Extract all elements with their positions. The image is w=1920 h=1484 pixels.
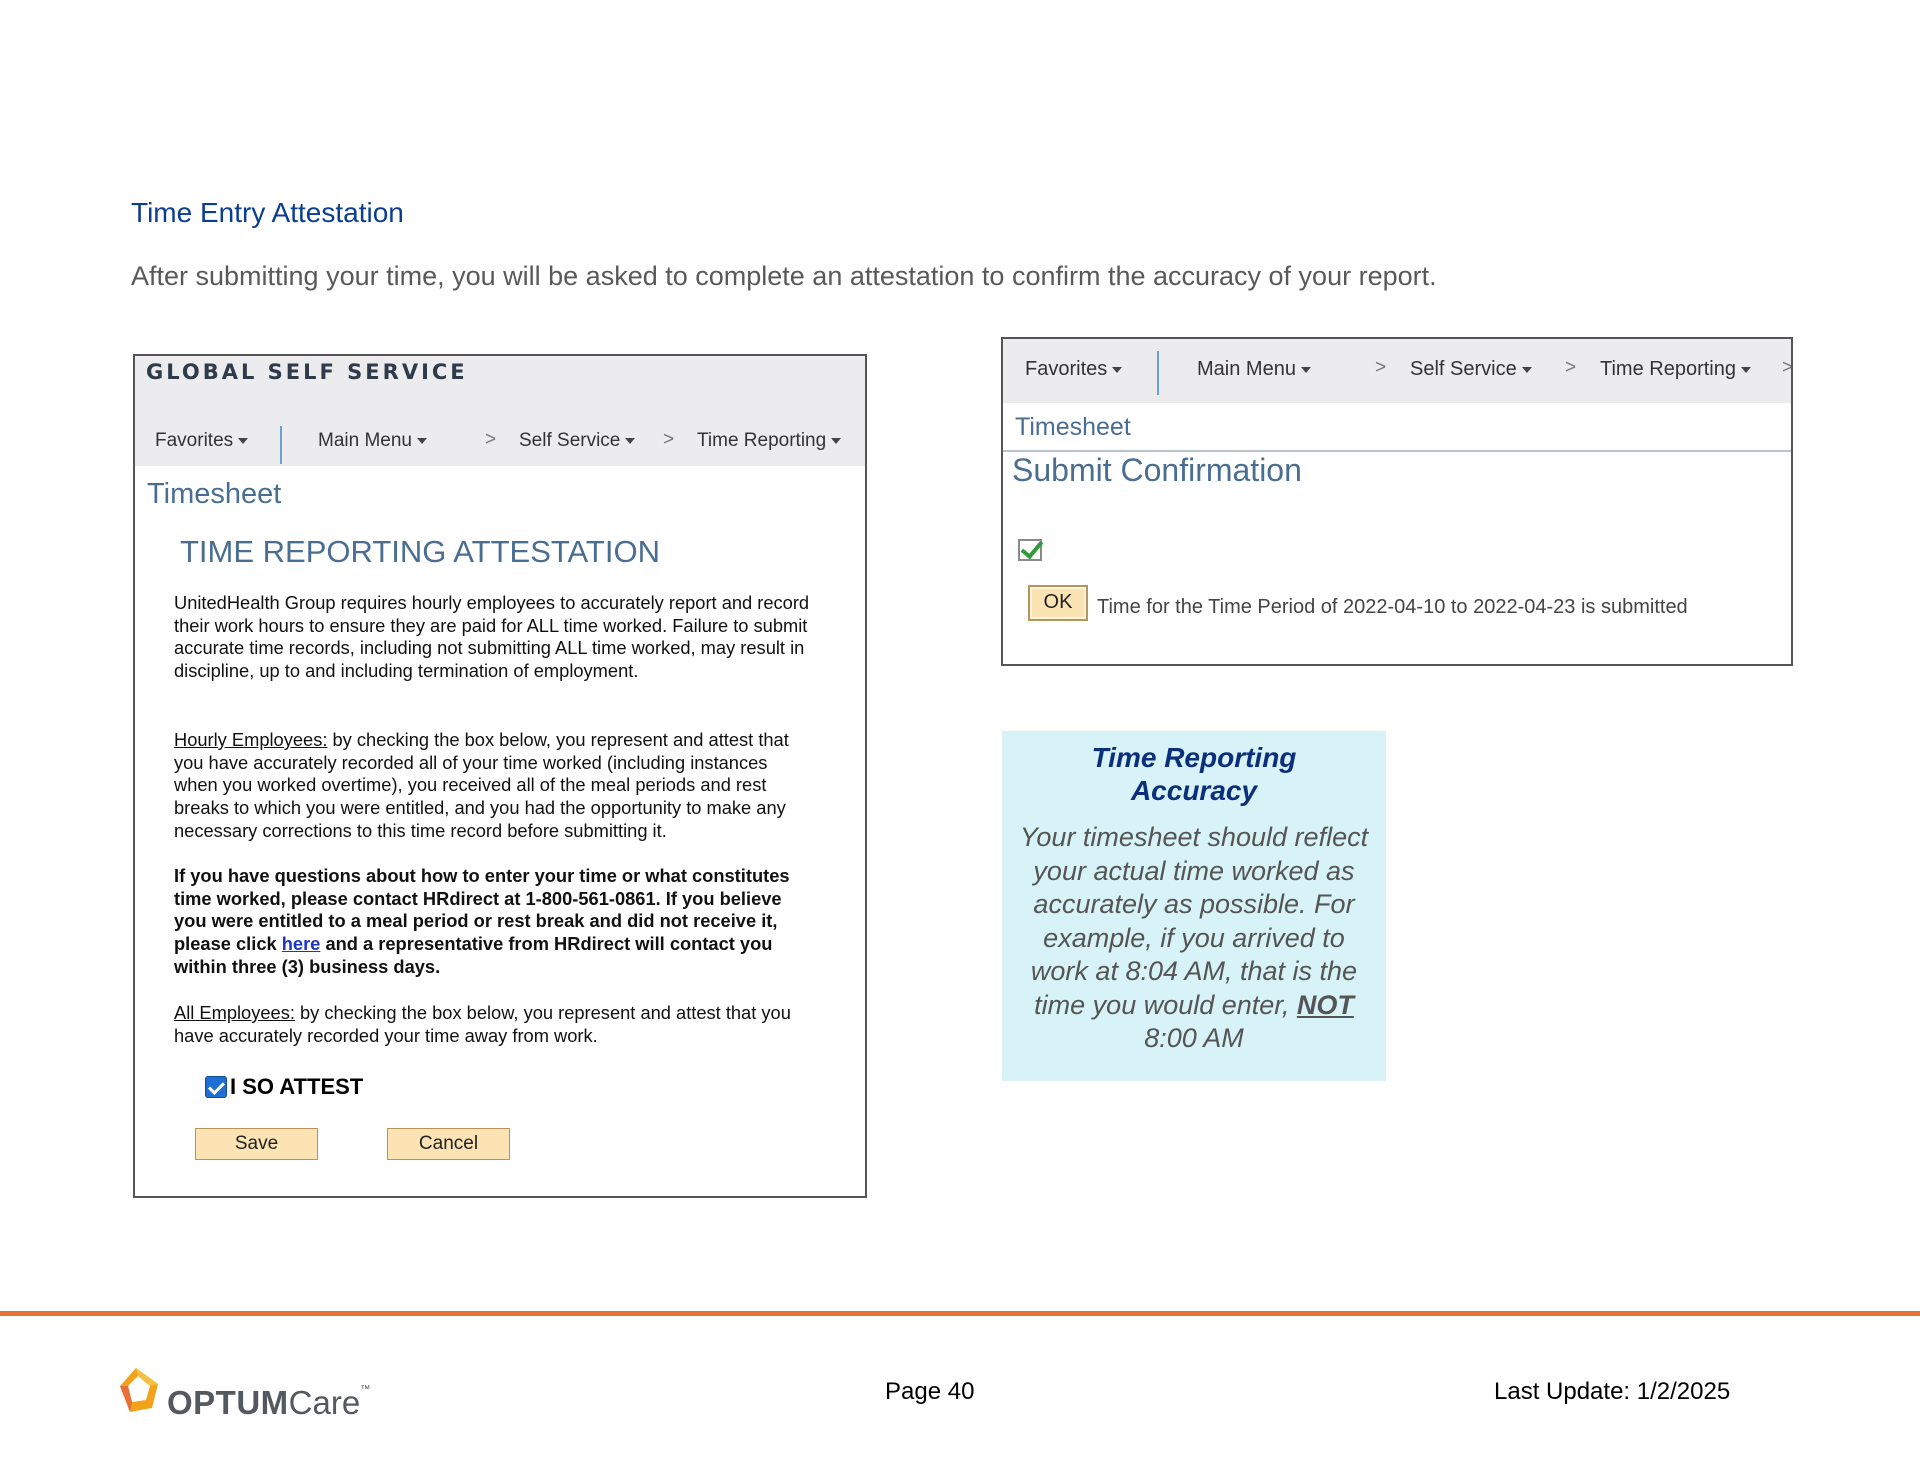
here-link[interactable]: here (282, 933, 321, 954)
callout-title: Time Reporting Accuracy (1091, 742, 1297, 806)
accuracy-callout: Time Reporting Accuracy Your timesheet s… (1002, 731, 1386, 1081)
page-number: Page 40 (885, 1378, 975, 1405)
hourly-employees-paragraph: Hourly Employees: by checking the box be… (174, 729, 789, 841)
caret-down-icon (831, 437, 842, 444)
save-button[interactable]: Save (195, 1128, 318, 1160)
nav-bar: Favorites Main Menu > Self Service > Tim… (135, 424, 865, 466)
chevron-right-icon: > (1375, 357, 1387, 378)
last-update: Last Update: 1/2/2025 (1494, 1378, 1731, 1405)
caret-down-icon (1521, 366, 1532, 373)
page-title: Timesheet (147, 478, 282, 510)
attestation-title: TIME REPORTING ATTESTATION (180, 534, 660, 569)
nav-self-service[interactable]: Self Service (1410, 358, 1532, 381)
caret-down-icon (1300, 366, 1311, 373)
nav-time-reporting[interactable]: Time Reporting (1600, 358, 1751, 381)
chevron-right-icon: > (485, 429, 497, 450)
optum-care-logo: OPTUMCare™ (116, 1364, 370, 1424)
attest-label: I SO ATTEST (230, 1074, 364, 1099)
nav-time-reporting[interactable]: Time Reporting (697, 430, 842, 452)
nav-main-menu[interactable]: Main Menu (1197, 358, 1311, 381)
nav-favorites[interactable]: Favorites (1025, 358, 1123, 381)
submit-message: Time for the Time Period of 2022-04-10 t… (1097, 596, 1688, 618)
not-emphasis: NOT (1296, 989, 1354, 1020)
chevron-right-icon: > (1565, 357, 1577, 378)
confirmation-title: Submit Confirmation (1012, 452, 1302, 488)
optum-logo-icon (120, 1368, 158, 1412)
attest-checkbox[interactable] (205, 1076, 227, 1098)
questions-paragraph: If you have questions about how to enter… (174, 865, 790, 977)
attest-row: I SO ATTEST (205, 1074, 363, 1100)
caret-down-icon (238, 437, 249, 444)
policy-paragraph: UnitedHealth Group requires hourly emplo… (174, 592, 810, 682)
caret-down-icon (417, 437, 427, 444)
page-title: Timesheet (1015, 413, 1131, 441)
nav-bar: Favorites Main Menu > Self Service > Tim… (1003, 339, 1791, 403)
nav-separator (1157, 351, 1159, 395)
footer-rule (0, 1311, 1920, 1316)
caret-down-icon (1112, 366, 1123, 373)
caret-down-icon (625, 437, 636, 444)
chevron-right-icon: > (663, 429, 675, 450)
all-employees-paragraph: All Employees: by checking the box below… (174, 1002, 791, 1046)
nav-self-service[interactable]: Self Service (519, 430, 636, 452)
checkmark-icon (1018, 539, 1042, 561)
section-heading: Time Entry Attestation (131, 197, 404, 228)
nav-separator (280, 426, 282, 464)
confirmation-screenshot: Favorites Main Menu > Self Service > Tim… (1001, 337, 1793, 666)
banner-title: GLOBAL SELF SERVICE (146, 360, 468, 384)
chevron-right-icon: > (1782, 357, 1793, 378)
all-employees-label: All Employees: (174, 1002, 295, 1023)
global-self-service-banner: GLOBAL SELF SERVICE (135, 356, 865, 424)
nav-main-menu[interactable]: Main Menu (318, 430, 427, 452)
hourly-employees-label: Hourly Employees: (174, 729, 328, 750)
cancel-button[interactable]: Cancel (387, 1128, 510, 1160)
attestation-screenshot: GLOBAL SELF SERVICE Favorites Main Menu … (133, 354, 867, 1198)
nav-favorites[interactable]: Favorites (155, 430, 249, 452)
caret-down-icon (1740, 366, 1751, 373)
ok-button[interactable]: OK (1028, 585, 1088, 621)
intro-text: After submitting your time, you will be … (131, 261, 1437, 291)
callout-body: Your timesheet should reflect your actua… (1019, 822, 1369, 1053)
